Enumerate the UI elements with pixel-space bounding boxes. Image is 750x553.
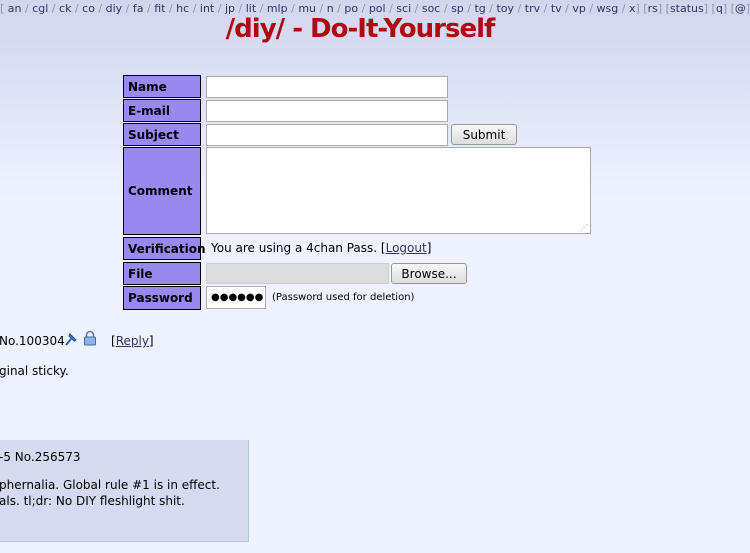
- comment-field[interactable]: ⋰: [206, 147, 591, 234]
- email-field[interactable]: [206, 100, 448, 122]
- reply-post: -5 No.256573 phernalia. Global rule #1 i…: [0, 440, 249, 542]
- email-label: E-mail: [123, 99, 201, 122]
- board-link-at[interactable]: @: [735, 2, 746, 15]
- reply-body-line: als. tl;dr: No DIY fleshlight shit.: [0, 494, 185, 508]
- resize-grip-icon[interactable]: ⋰: [580, 224, 588, 232]
- submit-button[interactable]: Submit: [451, 124, 517, 145]
- lock-icon: [84, 330, 96, 346]
- sticky-pin-icon: [65, 333, 77, 346]
- post-number[interactable]: No.100304: [0, 334, 65, 348]
- name-label: Name: [123, 75, 201, 98]
- comment-label: Comment: [123, 147, 201, 235]
- post-body: ginal sticky.: [0, 364, 69, 378]
- subject-field[interactable]: [206, 124, 448, 146]
- file-label: File: [123, 262, 201, 285]
- name-field[interactable]: [206, 76, 448, 98]
- reply-bracket-close: ]: [148, 334, 154, 348]
- password-label: Password: [123, 286, 201, 310]
- thread-reply: [Reply]: [111, 334, 154, 348]
- logout-link[interactable]: Logout: [386, 241, 427, 255]
- verification-text: You are using a 4chan Pass. [: [211, 241, 386, 255]
- page-title: /diy/ - Do-It-Yourself: [225, 14, 496, 44]
- reply-header: -5 No.256573: [0, 450, 81, 464]
- nav-separator: ]: [745, 2, 750, 15]
- verification-close: ]: [426, 241, 432, 255]
- verification-status: You are using a 4chan Pass. [Logout]: [211, 241, 431, 255]
- verification-label: Verification: [123, 237, 206, 260]
- reply-link[interactable]: Reply: [116, 334, 149, 348]
- file-path-field[interactable]: [206, 263, 389, 284]
- nav-separator: ]: [722, 2, 731, 15]
- password-field[interactable]: ●●●●●●: [206, 286, 266, 309]
- browse-button[interactable]: Browse...: [391, 263, 467, 284]
- password-hint: (Password used for deletion): [272, 292, 415, 303]
- reply-body-line: phernalia. Global rule #1 is in effect.: [0, 478, 220, 492]
- subject-label: Subject: [123, 123, 201, 146]
